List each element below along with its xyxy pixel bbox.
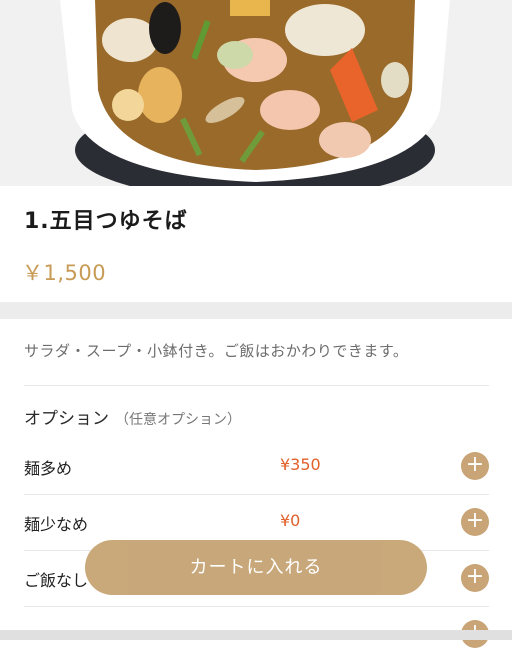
plus-icon: + <box>465 564 485 589</box>
option-name: 麺少なめ <box>24 515 89 534</box>
add-to-cart-button[interactable]: カートに入れる <box>85 540 427 595</box>
section-divider <box>0 302 512 319</box>
product-price: ￥1,500 <box>22 261 107 285</box>
option-row: 麺多め ¥350 + <box>24 439 489 495</box>
plus-icon: + <box>465 452 485 477</box>
add-option-button[interactable]: + <box>461 452 489 480</box>
divider <box>24 385 489 386</box>
option-name: 麺多め <box>24 459 73 478</box>
options-subheading: （任意オプション） <box>115 412 241 428</box>
product-image <box>0 0 512 186</box>
add-option-button[interactable]: + <box>461 564 489 592</box>
plus-icon: + <box>465 508 485 533</box>
options-heading-label: オプション <box>24 409 109 429</box>
option-price: ¥0 <box>280 511 301 530</box>
option-price: ¥350 <box>280 455 321 474</box>
product-description: サラダ・スープ・小鉢付き。ご飯はおかわりできます。 <box>24 342 409 360</box>
option-name: ご飯なし <box>24 571 89 590</box>
bottom-bar <box>0 630 512 640</box>
add-option-button[interactable]: + <box>461 508 489 536</box>
options-heading: オプション （任意オプション） <box>24 404 241 429</box>
product-title: 1.五目つゆそば <box>24 209 188 234</box>
